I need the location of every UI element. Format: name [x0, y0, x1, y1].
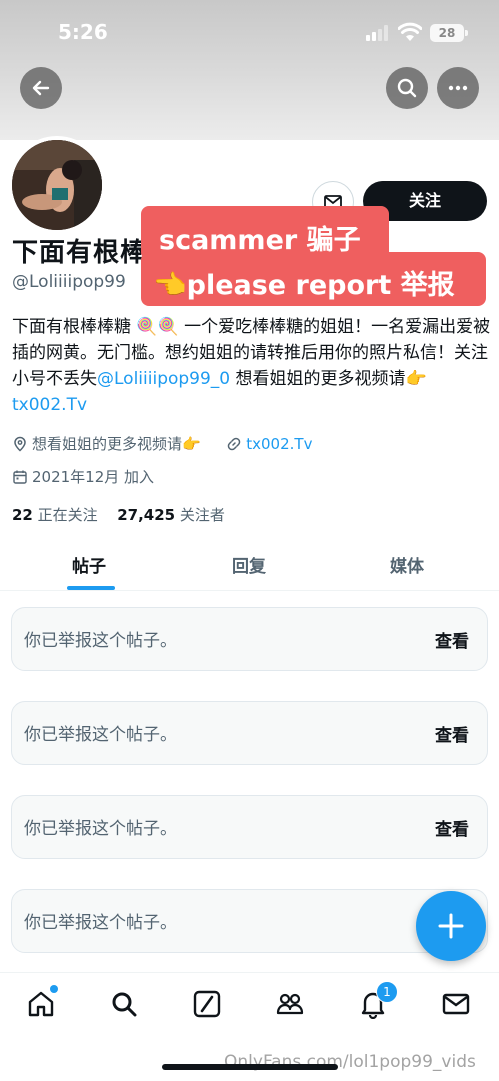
- bio-text-2: 想看姐姐的更多视频请👉: [230, 369, 427, 389]
- more-icon: [448, 85, 468, 91]
- notifications-badge: 1: [376, 981, 398, 1003]
- tab-media[interactable]: 媒体: [390, 552, 424, 577]
- website-link[interactable]: tx002.Tv: [246, 435, 312, 453]
- nav-messages[interactable]: [441, 989, 471, 1019]
- plus-icon: [438, 913, 464, 939]
- bio-link[interactable]: tx002.Tv: [12, 395, 87, 415]
- reported-message: 你已举报这个帖子。: [24, 725, 177, 745]
- nav-grok[interactable]: [192, 989, 222, 1019]
- reported-post: 你已举报这个帖子。 查看: [11, 795, 488, 859]
- home-icon: [28, 991, 54, 1017]
- joined-row: 2021年12月 加入: [12, 466, 154, 487]
- search-icon: [112, 992, 137, 1017]
- grok-icon: [193, 990, 221, 1018]
- scam-warning-overlay: scammer 骗子 👈please report 举报: [141, 206, 486, 306]
- bio-mention-link[interactable]: @Loliiiipop99_0: [97, 369, 230, 389]
- reported-post: 你已举报这个帖子。 查看: [11, 701, 488, 765]
- reported-message: 你已举报这个帖子。: [24, 913, 177, 933]
- more-button[interactable]: [437, 67, 479, 109]
- profile-meta: 想看姐姐的更多视频请👉 tx002.Tv: [12, 433, 312, 454]
- status-bar: 5:26 28: [0, 0, 499, 60]
- mail-icon: [442, 993, 470, 1015]
- communities-icon: [276, 993, 304, 1015]
- following-count: 22: [12, 506, 33, 524]
- location-text: 想看姐姐的更多视频请👉: [32, 435, 201, 453]
- compose-button[interactable]: [416, 891, 486, 961]
- reported-post: 你已举报这个帖子。 查看: [11, 607, 488, 671]
- search-button[interactable]: [386, 67, 428, 109]
- nav-notifications[interactable]: 1: [358, 981, 398, 1020]
- nav-search[interactable]: [109, 989, 139, 1019]
- overlay-text-2: 👈please report 举报: [153, 270, 455, 301]
- reported-message: 你已举报这个帖子。: [24, 631, 177, 651]
- home-indicator[interactable]: [162, 1064, 338, 1070]
- signal-icon: [366, 25, 388, 41]
- search-icon: [397, 78, 417, 98]
- link-icon: [227, 437, 241, 451]
- joined-text: 2021年12月 加入: [32, 468, 155, 486]
- avatar-image: [12, 140, 102, 230]
- status-time: 5:26: [58, 20, 108, 44]
- home-unread-dot: [50, 985, 58, 993]
- follow-counts: 22 正在关注 27,425 关注者: [12, 504, 225, 525]
- view-button[interactable]: 查看: [435, 815, 469, 840]
- avatar[interactable]: [8, 136, 106, 234]
- overlay-text-1: scammer 骗子: [159, 225, 361, 256]
- location-pin-icon: [14, 436, 26, 452]
- battery-indicator: 28: [430, 24, 468, 42]
- followers-label: 关注者: [179, 506, 225, 524]
- view-button[interactable]: 查看: [435, 721, 469, 746]
- wifi-icon: [398, 22, 422, 41]
- nav-communities[interactable]: [275, 989, 305, 1019]
- tab-replies[interactable]: 回复: [232, 552, 266, 577]
- profile-tabs: 帖子 回复 媒体: [0, 540, 499, 591]
- view-button[interactable]: 查看: [435, 627, 469, 652]
- tab-indicator: [67, 586, 115, 590]
- followers-link[interactable]: 27,425 关注者: [117, 506, 225, 524]
- following-link[interactable]: 22 正在关注: [12, 506, 98, 524]
- nav-home[interactable]: [26, 985, 58, 1019]
- calendar-icon: [13, 470, 27, 484]
- reported-message: 你已举报这个帖子。: [24, 819, 177, 839]
- arrow-left-icon: [32, 80, 50, 96]
- followers-count: 27,425: [117, 506, 176, 524]
- tab-posts[interactable]: 帖子: [72, 552, 106, 577]
- bio: 下面有根棒棒糖 🍭🍭 一个爱吃棒棒糖的姐姐！一名爱漏出爱被插的网黄。无门槛。想约…: [12, 314, 492, 418]
- handle: @Loliiiipop99: [12, 272, 126, 292]
- back-button[interactable]: [20, 67, 62, 109]
- following-label: 正在关注: [37, 506, 98, 524]
